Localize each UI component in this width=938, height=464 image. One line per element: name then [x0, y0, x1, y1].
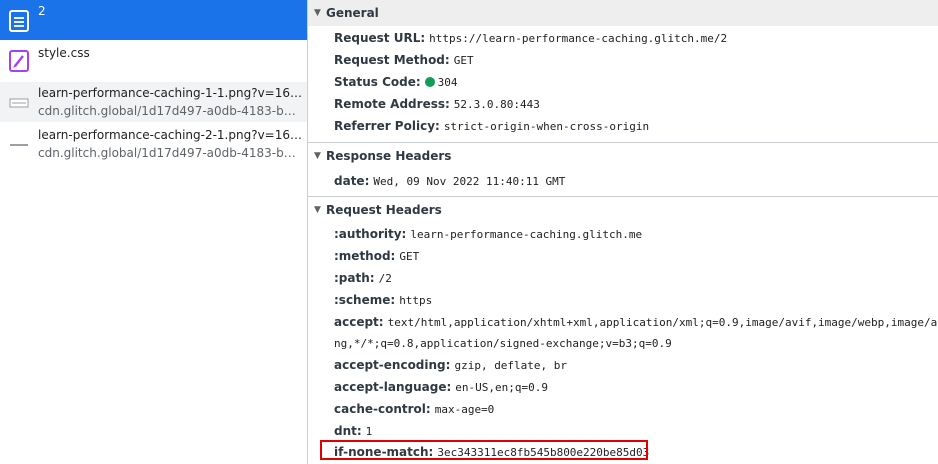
header-value: 52.3.0.80:443	[453, 98, 540, 111]
header-key: :authority:	[334, 227, 407, 241]
header-key: accept:	[334, 315, 384, 329]
header-key: :method:	[334, 249, 396, 263]
request-header-row: accept-encoding: gzip, deflate, br	[334, 354, 567, 376]
stylesheet-icon	[9, 50, 29, 72]
image-icon	[9, 98, 29, 108]
request-item-image-2[interactable]: learn-performance-caching-2-1.png?v=1667…	[0, 124, 307, 164]
request-list: 2 style.css learn-performance-caching-1-…	[0, 0, 308, 464]
header-value: text/html,application/xhtml+xml,applicat…	[387, 316, 938, 329]
request-item-image-1[interactable]: learn-performance-caching-1-1.png?v=1667…	[0, 82, 307, 122]
collapse-triangle-icon: ▼	[314, 205, 321, 215]
header-value: max-age=0	[434, 403, 495, 416]
section-title: Response Headers	[326, 149, 452, 163]
request-headers-section-header[interactable]: ▼ Request Headers	[308, 197, 938, 223]
general-row-request-url: Request URL: https://learn-performance-ca…	[334, 27, 727, 49]
general-section-header[interactable]: ▼ General	[308, 0, 938, 26]
header-key: Referrer Policy:	[334, 119, 440, 133]
general-row-status-code: Status Code: 304	[334, 71, 458, 93]
request-item-stylesheet[interactable]: style.css	[0, 40, 307, 80]
header-value: https://learn-performance-caching.glitch…	[429, 32, 728, 45]
response-header-row: date: Wed, 09 Nov 2022 11:40:11 GMT	[334, 170, 565, 192]
request-header-row: cache-control: max-age=0	[334, 398, 494, 420]
request-name: learn-performance-caching-1-1.png?v=1667…	[38, 86, 302, 100]
header-value: learn-performance-caching.glitch.me	[410, 228, 643, 241]
header-key: dnt:	[334, 424, 362, 438]
section-title: General	[326, 6, 379, 20]
request-domain: cdn.glitch.global/1d17d497-a0db-4183-b4e…	[38, 146, 302, 160]
request-header-row: dnt: 1	[334, 420, 372, 442]
header-key: accept-language:	[334, 380, 452, 394]
request-name: 2	[38, 4, 46, 18]
document-icon	[9, 10, 29, 32]
image-icon	[10, 144, 28, 146]
highlight-box	[320, 440, 648, 460]
header-key: Request Method:	[334, 53, 450, 67]
header-key: :path:	[334, 271, 375, 285]
section-title: Request Headers	[326, 203, 442, 217]
header-value: Wed, 09 Nov 2022 11:40:11 GMT	[373, 175, 566, 188]
headers-panel: ▼ General Request URL: https://learn-perf…	[308, 0, 938, 464]
request-header-row: accept: text/html,application/xhtml+xml,a…	[334, 311, 938, 333]
response-headers-section-header[interactable]: ▼ Response Headers	[308, 143, 938, 169]
header-value: gzip, deflate, br	[454, 359, 568, 372]
header-value: strict-origin-when-cross-origin	[443, 120, 650, 133]
header-key: accept-encoding:	[334, 358, 451, 372]
general-row-request-method: Request Method: GET	[334, 49, 474, 71]
header-key: Remote Address:	[334, 97, 450, 111]
header-value: en-US,en;q=0.9	[455, 381, 548, 394]
request-header-row: :scheme: https	[334, 289, 432, 311]
header-value: ng,*/*;q=0.8,application/signed-exchange…	[334, 337, 672, 350]
request-name: learn-performance-caching-2-1.png?v=1667…	[38, 128, 302, 142]
request-header-row: :method: GET	[334, 245, 419, 267]
header-value: GET	[453, 54, 474, 67]
header-key: Status Code:	[334, 75, 421, 89]
header-key: date:	[334, 174, 370, 188]
general-row-remote-address: Remote Address: 52.3.0.80:443	[334, 93, 540, 115]
status-ok-icon	[424, 77, 435, 87]
header-value: 304	[437, 76, 458, 89]
header-value: /2	[378, 272, 392, 285]
request-item-document[interactable]: 2	[0, 0, 307, 40]
request-header-row-continued: ng,*/*;q=0.8,application/signed-exchange…	[334, 332, 672, 354]
header-value: GET	[399, 250, 420, 263]
collapse-triangle-icon: ▼	[314, 8, 321, 18]
request-name: style.css	[38, 46, 90, 60]
request-header-row: :path:/2	[334, 267, 392, 289]
header-key: Request URL:	[334, 31, 426, 45]
header-value: https	[399, 294, 433, 307]
request-header-row: accept-language: en-US,en;q=0.9	[334, 376, 548, 398]
request-header-row: :authority: learn-performance-caching.gli…	[334, 223, 642, 245]
header-value: 1	[365, 425, 373, 438]
general-row-referrer-policy: Referrer Policy: strict-origin-when-cross…	[334, 115, 649, 137]
header-key: :scheme:	[334, 293, 396, 307]
collapse-triangle-icon: ▼	[314, 151, 321, 161]
request-domain: cdn.glitch.global/1d17d497-a0db-4183-b4e…	[38, 104, 302, 118]
header-key: cache-control:	[334, 402, 431, 416]
